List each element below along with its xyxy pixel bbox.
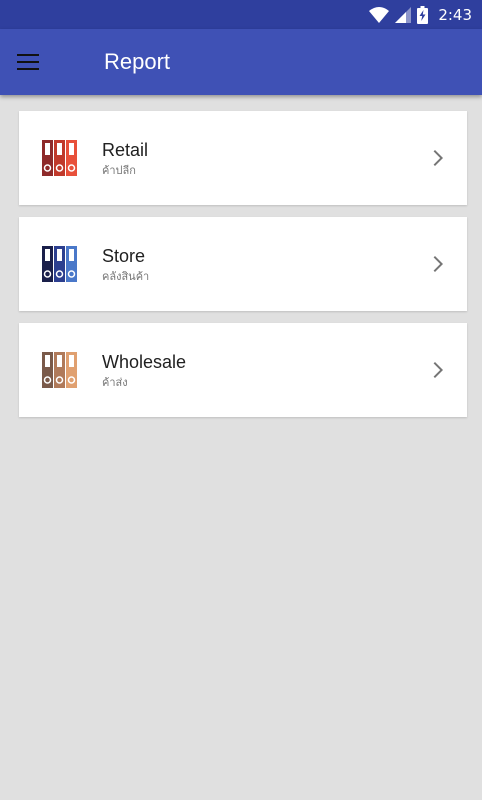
chevron-right-icon	[433, 150, 443, 166]
chevron-right-icon	[433, 256, 443, 272]
status-time: 2:43	[438, 6, 472, 24]
binders-icon	[42, 352, 77, 388]
binders-icon	[42, 246, 77, 282]
list-item-title: Store	[102, 246, 146, 266]
menu-button[interactable]	[8, 42, 48, 82]
list-item-subtitle: ค้าส่ง	[102, 376, 128, 389]
list-item-retail[interactable]: Retail ค้าปลีก	[19, 111, 467, 205]
list-item-title: Wholesale	[102, 352, 187, 372]
list-item-title: Retail	[102, 140, 149, 160]
status-bar: 2:43	[0, 0, 482, 29]
page-title: Report	[104, 49, 171, 74]
report-list: Retail ค้าปลีก Store คลังสินค้า Wholesal…	[19, 111, 467, 429]
app-bar: Report	[0, 29, 482, 95]
battery-charging-icon	[417, 6, 429, 24]
binders-icon	[42, 140, 77, 176]
chevron-right-icon	[433, 362, 443, 378]
list-item-store[interactable]: Store คลังสินค้า	[19, 217, 467, 311]
menu-icon	[17, 54, 39, 70]
wifi-icon	[369, 7, 390, 23]
signal-icon	[395, 7, 412, 23]
list-item-wholesale[interactable]: Wholesale ค้าส่ง	[19, 323, 467, 417]
list-item-subtitle: ค้าปลีก	[102, 164, 136, 177]
status-icons: 2:43	[369, 4, 472, 26]
list-item-subtitle: คลังสินค้า	[102, 270, 150, 283]
